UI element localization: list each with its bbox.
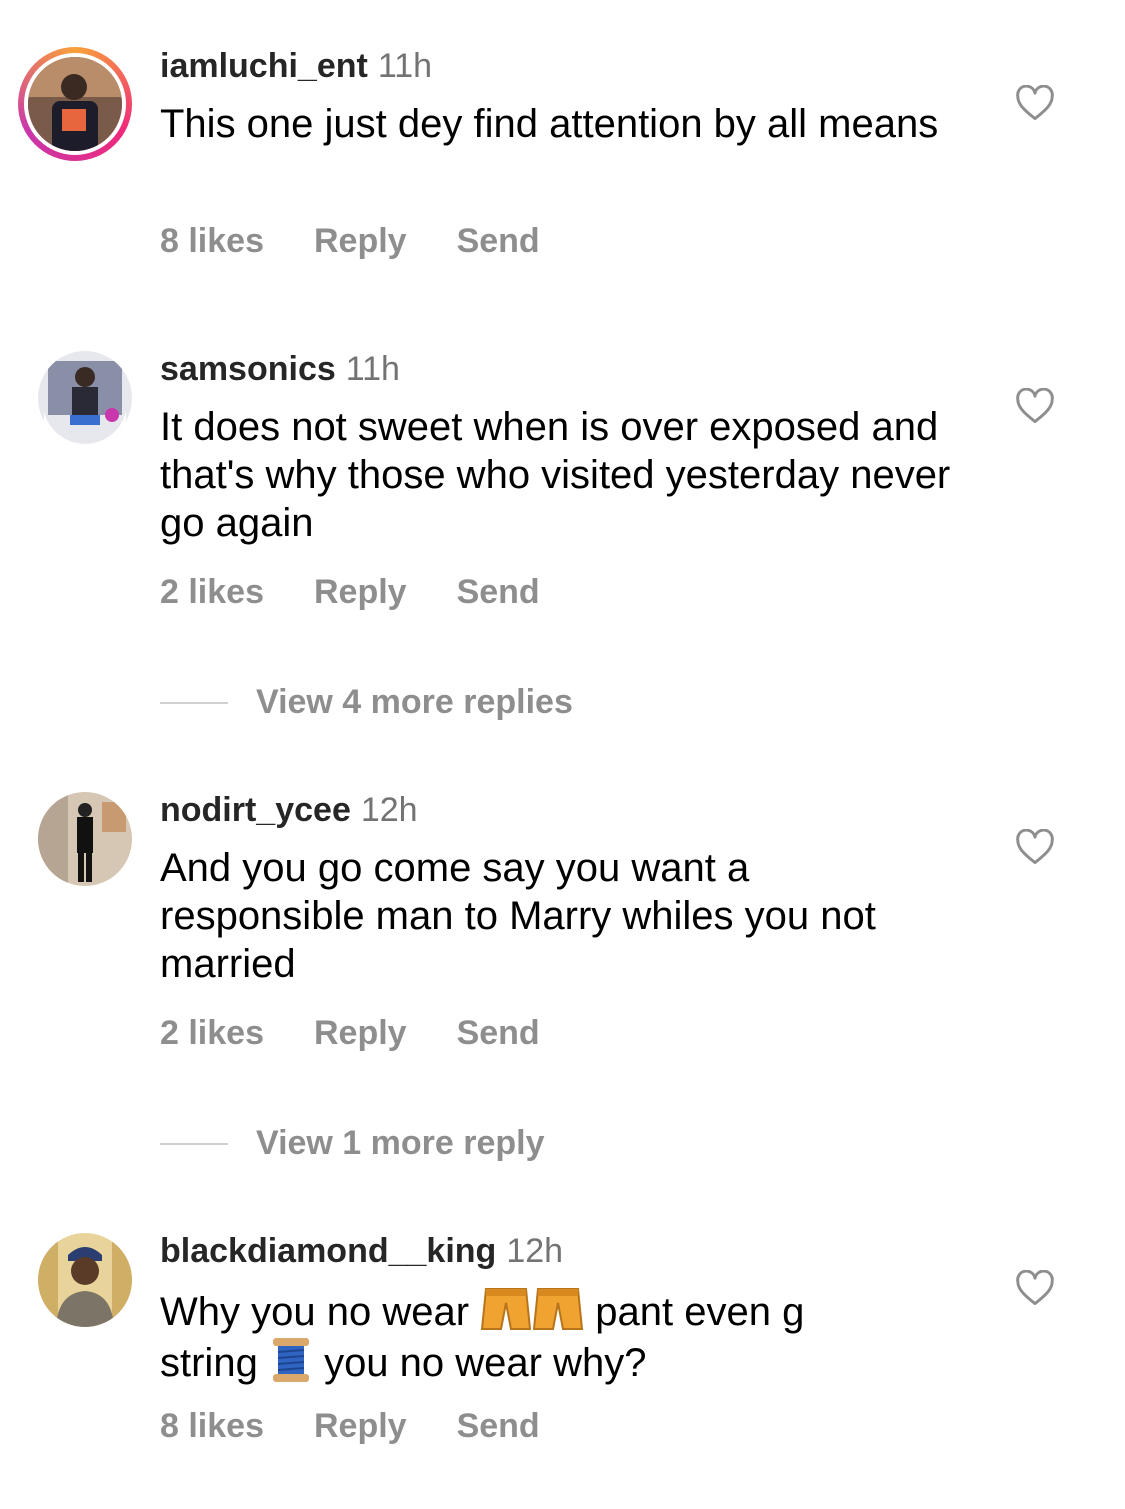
- comment-actions: 8 likes Reply Send: [160, 222, 590, 261]
- avatar[interactable]: [38, 351, 132, 445]
- shorts-emoji: [481, 1288, 532, 1330]
- comment-header: nodirt_ycee 12h: [160, 790, 418, 830]
- heart-outline-icon[interactable]: [1015, 1270, 1055, 1306]
- comment-actions: 8 likes Reply Send: [160, 1407, 590, 1446]
- comment-actions: 2 likes Reply Send: [160, 573, 590, 612]
- divider: [160, 702, 228, 704]
- send-button[interactable]: Send: [457, 1407, 540, 1445]
- avatar[interactable]: [24, 53, 126, 155]
- view-more-label[interactable]: View 1 more reply: [256, 1123, 545, 1163]
- username[interactable]: blackdiamond__king: [160, 1232, 496, 1270]
- comment-text: It does not sweet when is over exposed a…: [160, 405, 951, 545]
- send-button[interactable]: Send: [457, 1014, 540, 1052]
- comment-header: blackdiamond__king 12h: [160, 1231, 563, 1271]
- comment-header: iamluchi_ent 11h: [160, 46, 432, 86]
- comment-text: Why you no wear pant even g string you n…: [160, 1285, 960, 1387]
- send-button[interactable]: Send: [457, 573, 540, 611]
- heart-outline-icon[interactable]: [1015, 85, 1055, 121]
- timestamp: 12h: [360, 791, 418, 829]
- comment-text-part: pant even g: [595, 1290, 805, 1334]
- comment-text-part: you no wear why?: [324, 1341, 647, 1385]
- heart-outline-icon[interactable]: [1015, 829, 1055, 865]
- comment-text: This one just dey find attention by all …: [160, 102, 939, 146]
- reply-button[interactable]: Reply: [314, 1014, 407, 1052]
- timestamp: 11h: [345, 350, 400, 388]
- avatar[interactable]: [38, 1233, 132, 1327]
- username[interactable]: iamluchi_ent: [160, 47, 368, 85]
- comment-actions: 2 likes Reply Send: [160, 1014, 590, 1053]
- heart-outline-icon[interactable]: [1015, 388, 1055, 424]
- likes-count[interactable]: 2 likes: [160, 1014, 264, 1052]
- reply-button[interactable]: Reply: [314, 573, 407, 611]
- thread-spool-emoji: [272, 1338, 309, 1382]
- avatar[interactable]: [38, 792, 132, 886]
- reply-button[interactable]: Reply: [314, 222, 407, 260]
- username[interactable]: nodirt_ycee: [160, 791, 351, 829]
- timestamp: 12h: [506, 1232, 564, 1270]
- username[interactable]: samsonics: [160, 350, 336, 388]
- comment-header: samsonics 11h: [160, 349, 400, 389]
- view-more-label[interactable]: View 4 more replies: [256, 682, 573, 722]
- comment-text: And you go come say you want a responsib…: [160, 846, 876, 986]
- likes-count[interactable]: 2 likes: [160, 573, 264, 611]
- send-button[interactable]: Send: [457, 222, 540, 260]
- timestamp: 11h: [377, 47, 433, 85]
- shorts-emoji: [533, 1288, 584, 1330]
- likes-count[interactable]: 8 likes: [160, 222, 264, 260]
- story-ring[interactable]: [18, 47, 132, 161]
- likes-count[interactable]: 8 likes: [160, 1407, 264, 1445]
- comment-text-part: string: [160, 1341, 258, 1385]
- reply-button[interactable]: Reply: [314, 1407, 407, 1445]
- divider: [160, 1143, 228, 1145]
- comment-text-part: Why you no wear: [160, 1290, 470, 1334]
